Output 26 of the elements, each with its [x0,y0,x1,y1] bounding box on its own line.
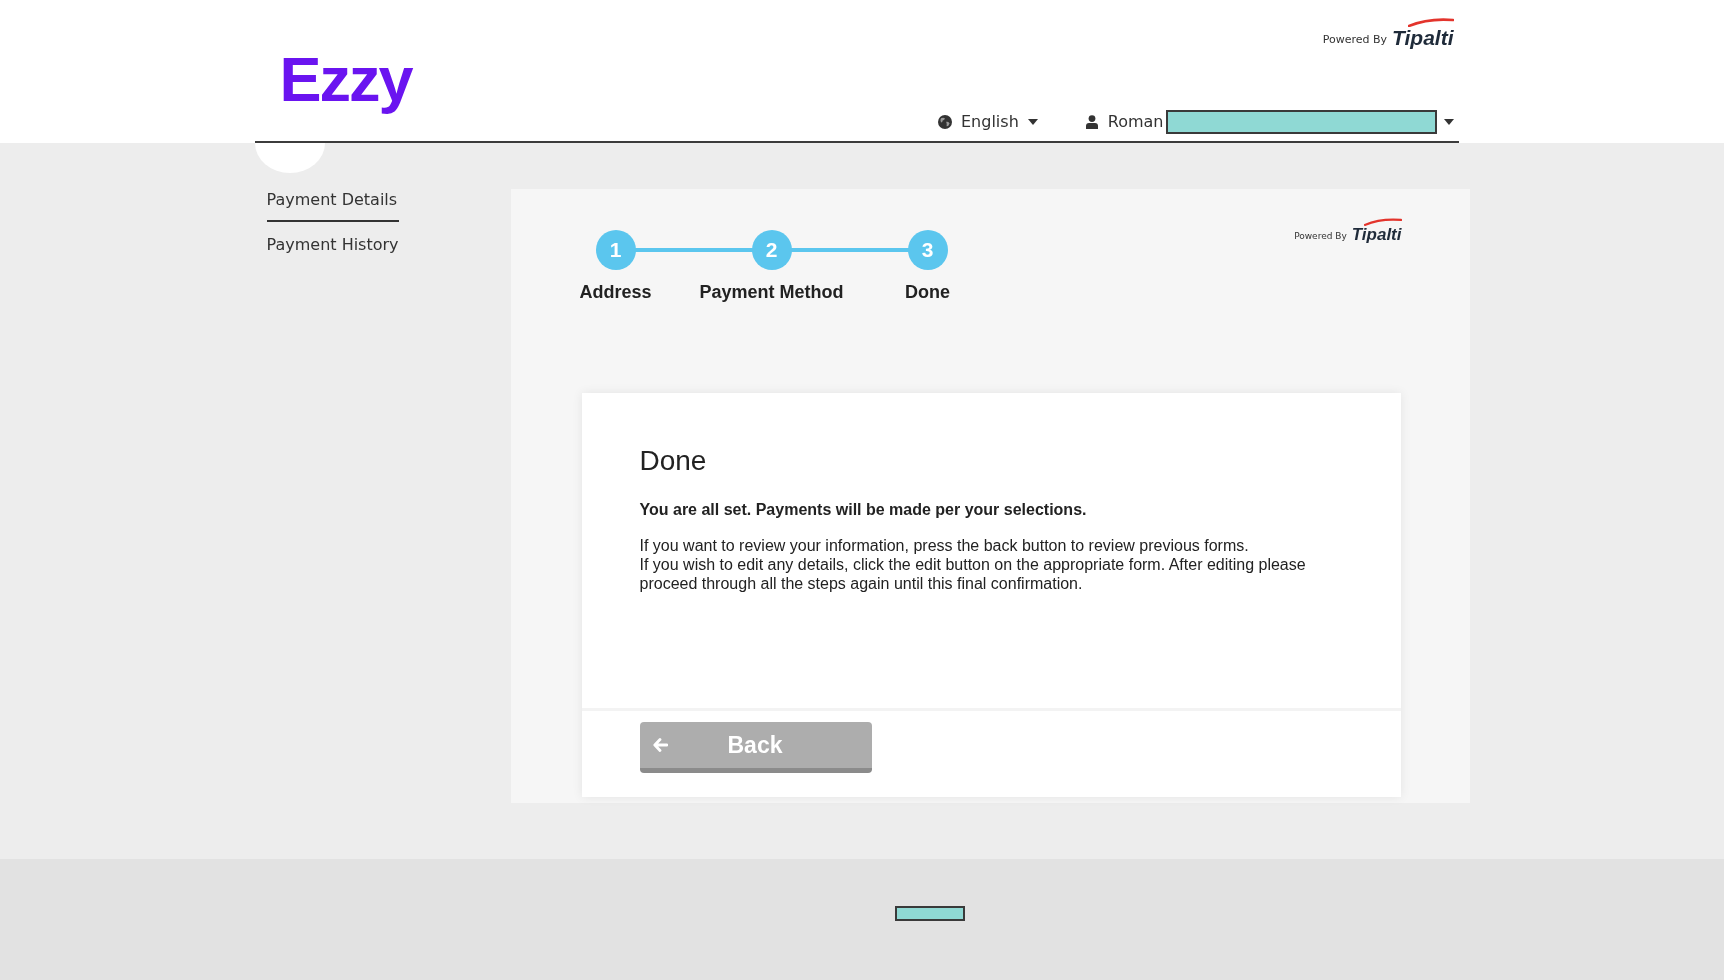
step-label: Payment Method [699,281,844,303]
step-number: 3 [907,230,948,270]
card-title: Done [639,444,708,478]
brand-logo: Tipalti [1392,27,1454,48]
user-icon [1085,115,1098,129]
swoosh-icon [1407,18,1454,27]
caret-icon [1027,119,1038,125]
step-label: Done [905,281,951,303]
redaction-bar [894,906,965,921]
step-number: 1 [595,230,636,270]
step-number: 2 [751,230,792,270]
sidebar-link[interactable]: Payment History [266,235,401,267]
powered-by-label: Powered By [1322,33,1388,48]
body-text: If you wish to edit any details, click the edit button on the appropriate form. After editing please proceed through all the steps again until this final confirmation. [639,555,1307,593]
language-selector[interactable]: English [938,110,1038,134]
confirmation-message: You are all set. Payments will be made per your selections. [639,500,1088,519]
brand-logo: Tipalti [1351,226,1402,243]
arrow-left-icon [652,738,668,752]
user-menu[interactable]: Roman [1085,110,1454,134]
caret-icon [1443,119,1454,125]
body-text: If you want to review your information, press the back button to review previous forms. [639,536,1250,555]
swoosh-icon [1363,218,1402,226]
step-label: Address [579,281,652,303]
sidebar-link[interactable]: Payment Details [266,190,400,222]
globe-icon [938,115,952,129]
powered-by-label: Powered By [1294,231,1347,243]
